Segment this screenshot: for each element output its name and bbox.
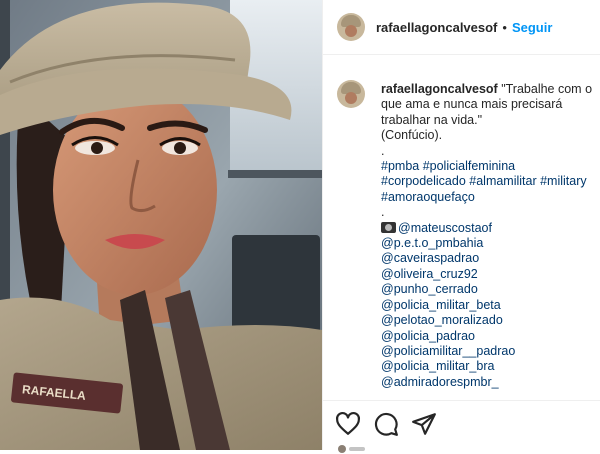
mention-link[interactable]: @policiamilitar__padrao	[381, 344, 593, 359]
follow-button[interactable]: Seguir	[512, 20, 552, 35]
post-header: rafaellagoncalvesof • Seguir	[323, 0, 600, 55]
post-sidebar: rafaellagoncalvesof • Seguir rafaellagon…	[322, 0, 600, 453]
mention-link[interactable]: @policia_militar_beta	[381, 298, 593, 313]
caption-line: .	[381, 205, 385, 220]
caption-line: "Trabalhe com o	[501, 82, 593, 96]
mention-link[interactable]: @admiradorespmbr_	[381, 375, 593, 390]
hashtag-line[interactable]: #corpodelicado #almamilitar #military	[381, 174, 593, 189]
mention-link[interactable]: @punho_cerrado	[381, 282, 593, 297]
mention-link[interactable]: @caveiraspadrao	[381, 251, 593, 266]
mention-link[interactable]: @oliveira_cruz92	[381, 267, 593, 282]
caption-line: que ama e nunca mais precisará	[381, 97, 563, 112]
likes-avatar-strip	[338, 445, 365, 453]
caption-area: rafaellagoncalvesof "Trabalhe com o que …	[323, 66, 600, 396]
separator-dot: •	[502, 19, 507, 35]
heart-icon[interactable]	[335, 411, 361, 437]
mention-link[interactable]: @pelotao_moralizado	[381, 313, 593, 328]
post-photo-illustration: RAFAELLA	[0, 0, 322, 450]
mention-link[interactable]: @policia_militar_bra	[381, 359, 593, 374]
caption-username[interactable]: rafaellagoncalvesof	[381, 82, 498, 96]
header-username[interactable]: rafaellagoncalvesof	[376, 20, 497, 35]
action-bar	[323, 400, 600, 453]
caption-line: .	[381, 143, 385, 158]
post-photo[interactable]: RAFAELLA	[0, 0, 322, 450]
caption-line: trabalhar na vida."	[381, 112, 483, 127]
mention-link[interactable]: @mateuscostaof	[398, 221, 492, 235]
hashtag-line[interactable]: #amoraoquefaço	[381, 190, 593, 205]
caption: rafaellagoncalvesof "Trabalhe com o que …	[381, 82, 593, 390]
comment-icon[interactable]	[373, 411, 399, 437]
caption-avatar[interactable]	[337, 80, 365, 108]
share-icon[interactable]	[411, 411, 437, 437]
mention-link[interactable]: @p.e.t.o_pmbahia	[381, 236, 593, 251]
mention-link[interactable]: @policia_padrao	[381, 329, 593, 344]
camera-icon	[381, 221, 396, 233]
avatar[interactable]	[337, 13, 365, 41]
hashtag-line[interactable]: #pmba #policialfeminina	[381, 159, 593, 174]
caption-line: (Confúcio).	[381, 128, 443, 143]
